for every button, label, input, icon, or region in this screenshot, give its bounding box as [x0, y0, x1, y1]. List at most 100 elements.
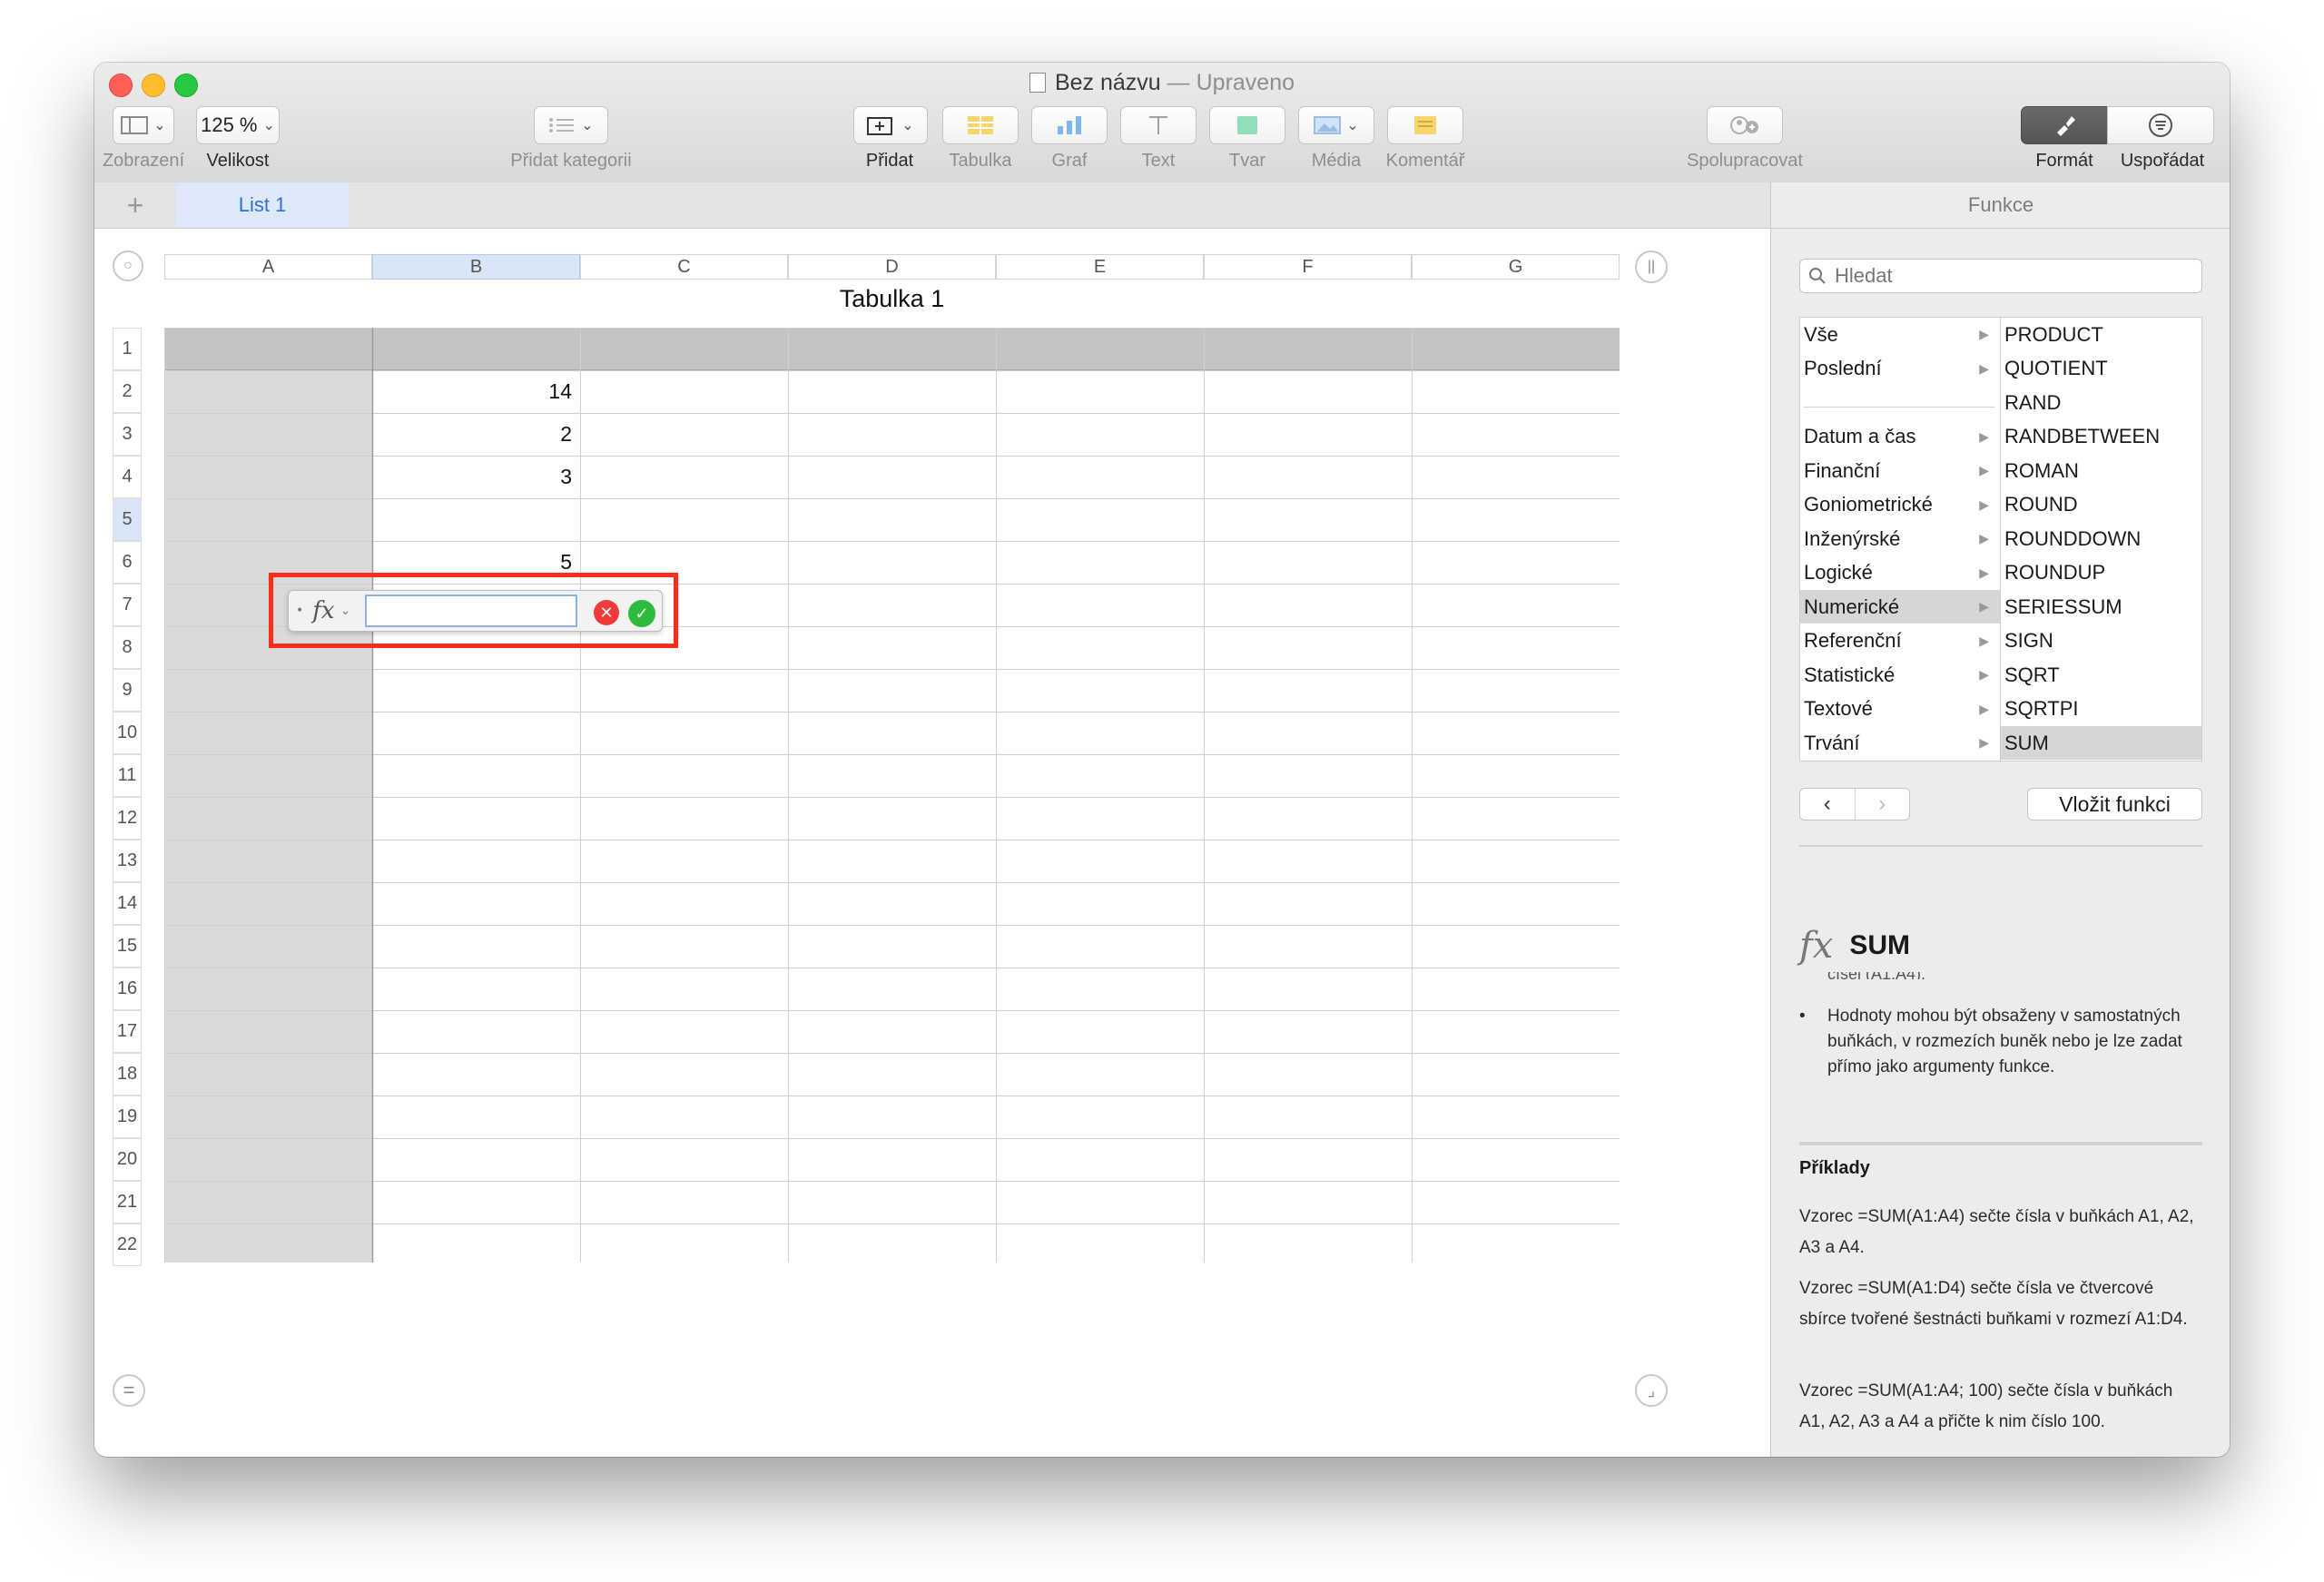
- cell-b3[interactable]: 2: [372, 422, 572, 447]
- row-header-15[interactable]: 15: [113, 925, 142, 968]
- column-header-b[interactable]: B: [372, 254, 580, 280]
- forward-button[interactable]: ›: [1854, 789, 1910, 820]
- row-header-8[interactable]: 8: [113, 626, 142, 669]
- text-button[interactable]: [1120, 106, 1196, 144]
- row-header-14[interactable]: 14: [113, 882, 142, 925]
- divider: [1799, 1142, 2202, 1145]
- function-item[interactable]: SUM: [2001, 726, 2201, 760]
- table-button[interactable]: [942, 106, 1019, 144]
- category-item[interactable]: Inženýrské ▶: [1800, 522, 2000, 555]
- function-item[interactable]: ROMAN: [2001, 454, 2201, 487]
- function-item[interactable]: SIGN: [2001, 624, 2201, 658]
- row-header-4[interactable]: 4: [113, 456, 142, 498]
- chart-button[interactable]: [1031, 106, 1108, 144]
- search-input[interactable]: [1833, 263, 2181, 289]
- row-header-21[interactable]: 21: [113, 1181, 142, 1223]
- category-label: Goniometrické: [1804, 493, 1933, 516]
- row-header-2[interactable]: 2: [113, 370, 142, 413]
- column-header-d[interactable]: D: [788, 254, 996, 280]
- function-item[interactable]: ROUND: [2001, 488, 2201, 522]
- function-item[interactable]: SQRT: [2001, 658, 2201, 692]
- formula-input[interactable]: [365, 594, 577, 627]
- example-3: Vzorec =SUM(A1:A4; 100) sečte čísla v bu…: [1799, 1381, 2173, 1431]
- disclosure-arrow-icon: ▶: [1979, 735, 1989, 750]
- column-header-a[interactable]: A: [164, 254, 372, 280]
- function-item[interactable]: QUOTIENT: [2001, 352, 2201, 386]
- cancel-formula-button[interactable]: ✕: [594, 600, 619, 625]
- row-header-16[interactable]: 16: [113, 968, 142, 1010]
- row-header-3[interactable]: 3: [113, 413, 142, 456]
- accept-formula-button[interactable]: ✓: [628, 600, 655, 627]
- tab-list-1[interactable]: List 1: [176, 182, 349, 228]
- numbers-window: Bez názvu — Upraveno ⌄ Zobrazení 125 % ⌄…: [94, 63, 2230, 1457]
- resize-table-handle[interactable]: ⌟: [1635, 1374, 1668, 1407]
- fx-icon: fx: [312, 597, 335, 624]
- add-sheet-button[interactable]: +: [94, 182, 176, 228]
- comment-button[interactable]: [1387, 106, 1463, 144]
- zoom-select[interactable]: 125 % ⌄: [196, 106, 280, 144]
- column-header-c[interactable]: C: [580, 254, 788, 280]
- organize-button[interactable]: [2107, 106, 2214, 144]
- add-category-button[interactable]: ⌄: [534, 106, 608, 144]
- fx-menu-button[interactable]: • fx ⌄: [296, 596, 365, 625]
- table-grid[interactable]: 14 2 3 5: [164, 328, 1620, 1263]
- category-item[interactable]: Trvání ▶: [1800, 726, 2000, 760]
- spreadsheet-canvas: ○ ABCDEFG 1 2 3 4 5 6 7 8 9 10 11 12 13 14 15 16 17 18 19 2…: [94, 229, 1770, 1457]
- format-button[interactable]: [2021, 106, 2108, 144]
- row-header-11[interactable]: 11: [113, 754, 142, 797]
- insert-button[interactable]: ⌄: [853, 106, 928, 144]
- category-item[interactable]: Goniometrické ▶: [1800, 488, 2000, 522]
- row-header-5[interactable]: 5: [113, 498, 142, 541]
- collaborate-button[interactable]: [1707, 106, 1783, 144]
- category-item[interactable]: Statistické ▶: [1800, 658, 2000, 692]
- function-item[interactable]: ROUNDUP: [2001, 556, 2201, 590]
- row-header-17[interactable]: 17: [113, 1010, 142, 1053]
- row-header-7[interactable]: 7: [113, 584, 142, 626]
- sidebar-title: Funkce: [1771, 182, 2230, 229]
- row-header-6[interactable]: 6: [113, 541, 142, 584]
- category-item[interactable]: Poslední ▶: [1800, 352, 2000, 386]
- row-header-12[interactable]: 12: [113, 797, 142, 840]
- row-header-10[interactable]: 10: [113, 712, 142, 754]
- function-item[interactable]: SQRTPI: [2001, 693, 2201, 726]
- category-item[interactable]: Datum a čas ▶: [1800, 420, 2000, 454]
- cell-b4[interactable]: 3: [372, 465, 572, 489]
- shape-button[interactable]: [1209, 106, 1285, 144]
- column-header-e[interactable]: E: [996, 254, 1204, 280]
- add-column-handle[interactable]: ||: [1635, 251, 1668, 283]
- category-label: Inženýrské: [1804, 526, 1901, 550]
- row-header-1[interactable]: 1: [113, 328, 142, 370]
- select-all-table-handle[interactable]: ○: [113, 251, 143, 281]
- function-item[interactable]: RAND: [2001, 386, 2201, 419]
- column-header-f[interactable]: F: [1204, 254, 1412, 280]
- media-button[interactable]: ⌄: [1298, 106, 1374, 144]
- column-header-g[interactable]: G: [1412, 254, 1620, 280]
- category-item[interactable]: Textové ▶: [1800, 693, 2000, 726]
- row-header-22[interactable]: 22: [113, 1223, 142, 1266]
- category-item[interactable]: Vše ▶: [1800, 318, 2000, 351]
- category-item[interactable]: Logické ▶: [1800, 556, 2000, 590]
- function-item[interactable]: PRODUCT: [2001, 318, 2201, 351]
- row-header-19[interactable]: 19: [113, 1096, 142, 1138]
- cell-b6[interactable]: 5: [372, 550, 572, 575]
- cell-b2[interactable]: 14: [372, 379, 572, 404]
- function-item[interactable]: ROUNDDOWN: [2001, 522, 2201, 555]
- row-header-13[interactable]: 13: [113, 840, 142, 882]
- view-button[interactable]: ⌄: [113, 106, 174, 144]
- function-item[interactable]: RANDBETWEEN: [2001, 420, 2201, 454]
- back-button[interactable]: ‹: [1800, 789, 1855, 820]
- category-item[interactable]: Finanční ▶: [1800, 454, 2000, 487]
- insert-table-plus-icon: [867, 117, 893, 135]
- category-label: Logické: [1804, 561, 1873, 584]
- insert-function-button[interactable]: Vložit funkci: [2027, 788, 2202, 820]
- function-search[interactable]: [1799, 259, 2202, 293]
- search-icon: [1807, 266, 1827, 286]
- add-row-handle[interactable]: =: [113, 1374, 145, 1407]
- row-header-20[interactable]: 20: [113, 1138, 142, 1181]
- row-header-18[interactable]: 18: [113, 1053, 142, 1096]
- row-header-9[interactable]: 9: [113, 669, 142, 712]
- category-item[interactable]: Referenční ▶: [1800, 624, 2000, 658]
- category-item[interactable]: Numerické ▶: [1800, 590, 2000, 624]
- table-title[interactable]: Tabulka 1: [164, 285, 1620, 313]
- function-item[interactable]: SERIESSUM: [2001, 590, 2201, 624]
